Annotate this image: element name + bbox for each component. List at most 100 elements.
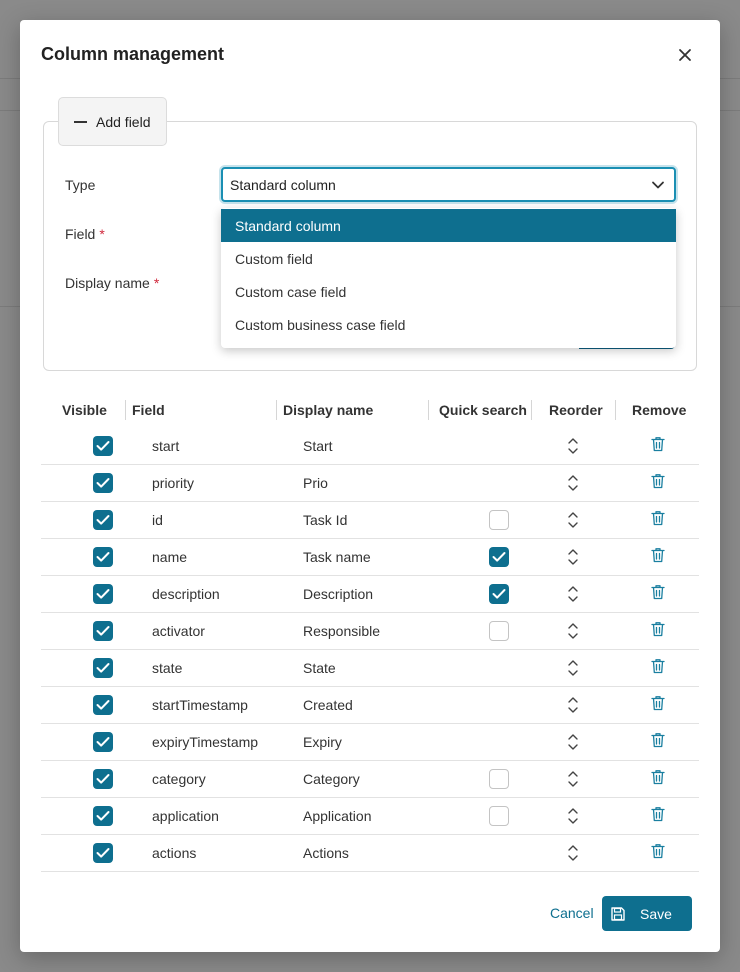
column-divider	[531, 400, 532, 420]
required-marker: *	[153, 275, 160, 291]
visible-checkbox[interactable]	[93, 658, 113, 678]
trash-icon[interactable]	[651, 584, 665, 603]
field-cell: expiryTimestamp	[152, 734, 259, 750]
type-dropdown-menu: Standard column Custom field Custom case…	[221, 208, 676, 348]
visible-checkbox[interactable]	[93, 769, 113, 789]
chevron-down-icon	[652, 181, 664, 189]
field-cell: startTimestamp	[152, 697, 248, 713]
quick-search-checkbox[interactable]	[489, 584, 509, 604]
reorder-handle-icon[interactable]	[567, 548, 579, 566]
dialog-title: Column management	[41, 44, 225, 64]
reorder-handle-icon[interactable]	[567, 807, 579, 825]
trash-icon[interactable]	[651, 658, 665, 677]
quick-search-checkbox[interactable]	[489, 769, 509, 789]
trash-icon[interactable]	[651, 695, 665, 714]
display-name-cell: Actions	[303, 845, 349, 861]
header-quick-search: Quick search	[439, 401, 527, 418]
reorder-handle-icon[interactable]	[567, 696, 579, 714]
table-header: Visible Field Display name Quick search …	[41, 391, 699, 428]
save-button[interactable]: Save	[602, 896, 692, 931]
header-display-name: Display name	[283, 401, 374, 418]
visible-checkbox[interactable]	[93, 621, 113, 641]
type-label: Type	[65, 177, 96, 193]
visible-checkbox[interactable]	[93, 436, 113, 456]
visible-checkbox[interactable]	[93, 473, 113, 493]
display-name-cell: Description	[303, 586, 374, 602]
background-divider	[0, 110, 20, 111]
visible-checkbox[interactable]	[93, 510, 113, 530]
reorder-handle-icon[interactable]	[567, 585, 579, 603]
table-row: state State	[41, 650, 699, 687]
reorder-handle-icon[interactable]	[567, 659, 579, 677]
reorder-handle-icon[interactable]	[567, 844, 579, 862]
header-field: Field	[132, 401, 165, 418]
quick-search-checkbox[interactable]	[489, 621, 509, 641]
table-row: activator Responsible	[41, 613, 699, 650]
column-divider	[125, 400, 126, 420]
quick-search-checkbox[interactable]	[489, 510, 509, 530]
display-name-cell: Category	[303, 771, 360, 787]
field-cell: state	[152, 660, 183, 676]
visible-checkbox[interactable]	[93, 732, 113, 752]
trash-icon[interactable]	[651, 621, 665, 640]
visible-checkbox[interactable]	[93, 843, 113, 863]
reorder-handle-icon[interactable]	[567, 474, 579, 492]
reorder-handle-icon[interactable]	[567, 770, 579, 788]
reorder-handle-icon[interactable]	[567, 511, 579, 529]
display-name-cell: Expiry	[303, 734, 342, 750]
display-name-cell: Task name	[303, 549, 371, 565]
type-select-value: Standard column	[230, 176, 336, 193]
trash-icon[interactable]	[651, 510, 665, 529]
trash-icon[interactable]	[651, 473, 665, 492]
background-divider	[720, 306, 740, 307]
header-remove: Remove	[632, 401, 687, 418]
visible-checkbox[interactable]	[93, 547, 113, 567]
table-row: priority Prio	[41, 465, 699, 502]
field-cell: name	[152, 549, 188, 565]
dropdown-option-standard-column[interactable]: Standard column	[221, 209, 676, 242]
add-field-label: Add field	[96, 113, 151, 130]
columns-table: Visible Field Display name Quick search …	[41, 391, 699, 872]
trash-icon[interactable]	[651, 436, 665, 455]
trash-icon[interactable]	[651, 843, 665, 862]
visible-checkbox[interactable]	[93, 584, 113, 604]
trash-icon[interactable]	[651, 806, 665, 825]
trash-icon[interactable]	[651, 732, 665, 751]
visible-checkbox[interactable]	[93, 806, 113, 826]
field-cell: actions	[152, 845, 197, 861]
field-cell: priority	[152, 475, 195, 491]
reorder-handle-icon[interactable]	[567, 622, 579, 640]
reorder-handle-icon[interactable]	[567, 733, 579, 751]
background-divider	[720, 78, 740, 79]
table-row: expiryTimestamp Expiry	[41, 724, 699, 761]
field-cell: category	[152, 771, 206, 787]
quick-search-checkbox[interactable]	[489, 547, 509, 567]
field-label: Field *	[65, 226, 105, 242]
reorder-handle-icon[interactable]	[567, 437, 579, 455]
close-icon	[679, 49, 691, 61]
quick-search-checkbox[interactable]	[489, 806, 509, 826]
table-row: startTimestamp Created	[41, 687, 699, 724]
trash-icon[interactable]	[651, 547, 665, 566]
field-cell: application	[152, 808, 219, 824]
column-divider	[428, 400, 429, 420]
dropdown-option-custom-field[interactable]: Custom field	[221, 242, 676, 275]
background-divider	[0, 306, 20, 307]
close-button[interactable]	[674, 44, 696, 66]
table-row: actions Actions	[41, 835, 699, 872]
add-field-toggle-button[interactable]: Add field	[58, 97, 167, 146]
display-name-cell: State	[303, 660, 336, 676]
dropdown-option-custom-case-field[interactable]: Custom case field	[221, 275, 676, 308]
column-management-dialog: Column management Add field Type Field * …	[20, 20, 720, 952]
display-name-cell: Application	[303, 808, 372, 824]
type-select[interactable]: Standard column	[221, 167, 676, 202]
field-cell: id	[152, 512, 163, 528]
table-body: start Start priority Prio id Task Id name Task …	[41, 428, 699, 872]
dropdown-option-custom-business-case-field[interactable]: Custom business case field	[221, 308, 676, 341]
trash-icon[interactable]	[651, 769, 665, 788]
visible-checkbox[interactable]	[93, 695, 113, 715]
display-name-cell: Created	[303, 697, 353, 713]
display-name-cell: Start	[303, 438, 333, 454]
floppy-disk-icon	[610, 906, 626, 922]
cancel-button[interactable]: Cancel	[550, 905, 594, 921]
